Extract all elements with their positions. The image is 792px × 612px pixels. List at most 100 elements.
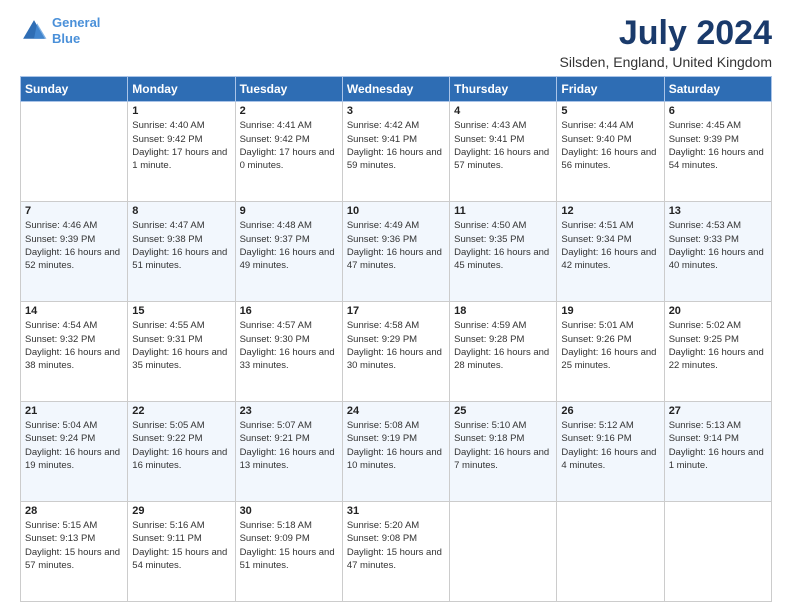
logo: General Blue [20, 15, 100, 46]
calendar-cell: 8 Sunrise: 4:47 AM Sunset: 9:38 PM Dayli… [128, 202, 235, 302]
daylight-text: Daylight: 16 hours and 40 minutes. [669, 246, 767, 273]
day-info: Sunrise: 5:15 AM Sunset: 9:13 PM Dayligh… [25, 519, 123, 572]
day-info: Sunrise: 5:05 AM Sunset: 9:22 PM Dayligh… [132, 419, 230, 472]
sunrise-text: Sunrise: 5:08 AM [347, 419, 445, 432]
sunrise-text: Sunrise: 4:40 AM [132, 119, 230, 132]
weekday-header-thursday: Thursday [450, 77, 557, 102]
sunset-text: Sunset: 9:39 PM [25, 233, 123, 246]
day-number: 7 [25, 205, 123, 217]
sunrise-text: Sunrise: 4:47 AM [132, 219, 230, 232]
day-info: Sunrise: 5:01 AM Sunset: 9:26 PM Dayligh… [561, 319, 659, 372]
day-number: 10 [347, 205, 445, 217]
calendar-cell: 29 Sunrise: 5:16 AM Sunset: 9:11 PM Dayl… [128, 502, 235, 602]
daylight-text: Daylight: 16 hours and 13 minutes. [240, 446, 338, 473]
main-title: July 2024 [560, 15, 772, 52]
day-number: 31 [347, 505, 445, 517]
sunrise-text: Sunrise: 4:55 AM [132, 319, 230, 332]
daylight-text: Daylight: 16 hours and 19 minutes. [25, 446, 123, 473]
day-info: Sunrise: 5:20 AM Sunset: 9:08 PM Dayligh… [347, 519, 445, 572]
sunset-text: Sunset: 9:21 PM [240, 432, 338, 445]
sunset-text: Sunset: 9:25 PM [669, 333, 767, 346]
logo-text: General Blue [52, 15, 100, 46]
day-info: Sunrise: 5:13 AM Sunset: 9:14 PM Dayligh… [669, 419, 767, 472]
calendar-cell: 11 Sunrise: 4:50 AM Sunset: 9:35 PM Dayl… [450, 202, 557, 302]
daylight-text: Daylight: 16 hours and 38 minutes. [25, 346, 123, 373]
sunset-text: Sunset: 9:13 PM [25, 532, 123, 545]
sunrise-text: Sunrise: 4:58 AM [347, 319, 445, 332]
sunrise-text: Sunrise: 5:18 AM [240, 519, 338, 532]
day-info: Sunrise: 4:44 AM Sunset: 9:40 PM Dayligh… [561, 119, 659, 172]
daylight-text: Daylight: 15 hours and 47 minutes. [347, 546, 445, 573]
sunrise-text: Sunrise: 4:59 AM [454, 319, 552, 332]
calendar-cell: 24 Sunrise: 5:08 AM Sunset: 9:19 PM Dayl… [342, 402, 449, 502]
sunset-text: Sunset: 9:35 PM [454, 233, 552, 246]
daylight-text: Daylight: 16 hours and 10 minutes. [347, 446, 445, 473]
sunrise-text: Sunrise: 4:44 AM [561, 119, 659, 132]
calendar-cell [557, 502, 664, 602]
day-number: 20 [669, 305, 767, 317]
sunrise-text: Sunrise: 5:05 AM [132, 419, 230, 432]
page: General Blue July 2024 Silsden, England,… [0, 0, 792, 612]
calendar-cell: 30 Sunrise: 5:18 AM Sunset: 9:09 PM Dayl… [235, 502, 342, 602]
day-number: 11 [454, 205, 552, 217]
sunrise-text: Sunrise: 4:53 AM [669, 219, 767, 232]
day-info: Sunrise: 4:57 AM Sunset: 9:30 PM Dayligh… [240, 319, 338, 372]
day-number: 16 [240, 305, 338, 317]
day-info: Sunrise: 4:47 AM Sunset: 9:38 PM Dayligh… [132, 219, 230, 272]
calendar-week-3: 14 Sunrise: 4:54 AM Sunset: 9:32 PM Dayl… [21, 302, 772, 402]
calendar-cell: 2 Sunrise: 4:41 AM Sunset: 9:42 PM Dayli… [235, 102, 342, 202]
day-number: 26 [561, 405, 659, 417]
subtitle: Silsden, England, United Kingdom [560, 54, 772, 70]
day-number: 28 [25, 505, 123, 517]
daylight-text: Daylight: 15 hours and 51 minutes. [240, 546, 338, 573]
day-info: Sunrise: 5:16 AM Sunset: 9:11 PM Dayligh… [132, 519, 230, 572]
calendar-cell: 7 Sunrise: 4:46 AM Sunset: 9:39 PM Dayli… [21, 202, 128, 302]
day-number: 25 [454, 405, 552, 417]
calendar-cell: 5 Sunrise: 4:44 AM Sunset: 9:40 PM Dayli… [557, 102, 664, 202]
sunrise-text: Sunrise: 4:41 AM [240, 119, 338, 132]
daylight-text: Daylight: 16 hours and 30 minutes. [347, 346, 445, 373]
calendar-cell: 28 Sunrise: 5:15 AM Sunset: 9:13 PM Dayl… [21, 502, 128, 602]
day-number: 15 [132, 305, 230, 317]
calendar-cell: 3 Sunrise: 4:42 AM Sunset: 9:41 PM Dayli… [342, 102, 449, 202]
calendar-cell: 9 Sunrise: 4:48 AM Sunset: 9:37 PM Dayli… [235, 202, 342, 302]
daylight-text: Daylight: 16 hours and 56 minutes. [561, 146, 659, 173]
sunset-text: Sunset: 9:28 PM [454, 333, 552, 346]
daylight-text: Daylight: 16 hours and 33 minutes. [240, 346, 338, 373]
day-number: 13 [669, 205, 767, 217]
daylight-text: Daylight: 16 hours and 7 minutes. [454, 446, 552, 473]
sunrise-text: Sunrise: 5:01 AM [561, 319, 659, 332]
day-number: 8 [132, 205, 230, 217]
day-info: Sunrise: 5:12 AM Sunset: 9:16 PM Dayligh… [561, 419, 659, 472]
daylight-text: Daylight: 16 hours and 16 minutes. [132, 446, 230, 473]
day-number: 1 [132, 105, 230, 117]
sunrise-text: Sunrise: 4:46 AM [25, 219, 123, 232]
sunset-text: Sunset: 9:37 PM [240, 233, 338, 246]
sunset-text: Sunset: 9:30 PM [240, 333, 338, 346]
sunset-text: Sunset: 9:32 PM [25, 333, 123, 346]
day-number: 14 [25, 305, 123, 317]
calendar-cell: 4 Sunrise: 4:43 AM Sunset: 9:41 PM Dayli… [450, 102, 557, 202]
calendar-cell [21, 102, 128, 202]
day-number: 23 [240, 405, 338, 417]
calendar-cell: 13 Sunrise: 4:53 AM Sunset: 9:33 PM Dayl… [664, 202, 771, 302]
calendar-cell: 16 Sunrise: 4:57 AM Sunset: 9:30 PM Dayl… [235, 302, 342, 402]
day-info: Sunrise: 4:42 AM Sunset: 9:41 PM Dayligh… [347, 119, 445, 172]
daylight-text: Daylight: 17 hours and 1 minute. [132, 146, 230, 173]
day-number: 2 [240, 105, 338, 117]
day-number: 22 [132, 405, 230, 417]
calendar-cell: 31 Sunrise: 5:20 AM Sunset: 9:08 PM Dayl… [342, 502, 449, 602]
day-number: 9 [240, 205, 338, 217]
calendar-cell [664, 502, 771, 602]
title-block: July 2024 Silsden, England, United Kingd… [560, 15, 772, 70]
calendar-cell: 26 Sunrise: 5:12 AM Sunset: 9:16 PM Dayl… [557, 402, 664, 502]
sunset-text: Sunset: 9:29 PM [347, 333, 445, 346]
day-number: 24 [347, 405, 445, 417]
day-number: 18 [454, 305, 552, 317]
day-info: Sunrise: 5:18 AM Sunset: 9:09 PM Dayligh… [240, 519, 338, 572]
sunrise-text: Sunrise: 5:20 AM [347, 519, 445, 532]
calendar-table: SundayMondayTuesdayWednesdayThursdayFrid… [20, 76, 772, 602]
logo-line2: Blue [52, 31, 80, 46]
day-info: Sunrise: 4:54 AM Sunset: 9:32 PM Dayligh… [25, 319, 123, 372]
daylight-text: Daylight: 16 hours and 22 minutes. [669, 346, 767, 373]
